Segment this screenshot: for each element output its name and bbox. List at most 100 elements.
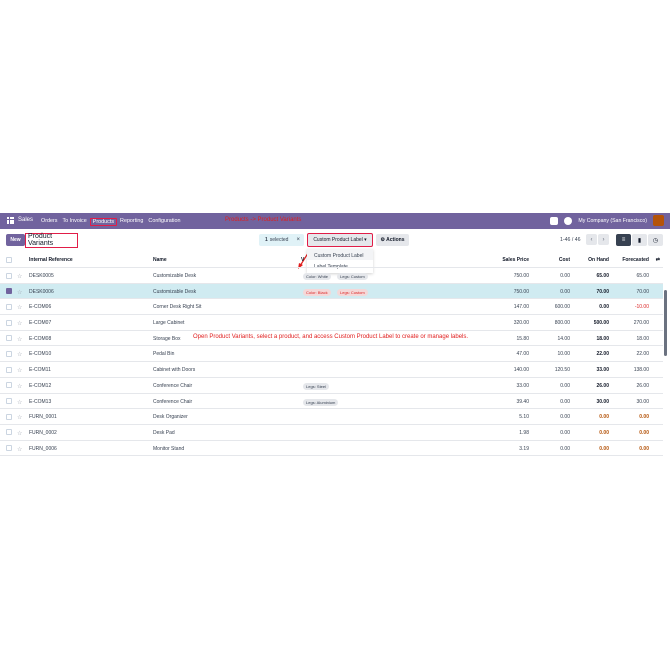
row-checkbox[interactable]	[6, 398, 12, 404]
favorite-star-icon[interactable]: ☆	[17, 304, 22, 311]
table-body: ☆ DESK0005 Customizable Desk Color: White Le…	[0, 268, 663, 457]
cell-name: Customizable Desk	[153, 288, 197, 295]
row-checkbox[interactable]	[6, 445, 12, 452]
favorite-star-icon[interactable]: ☆	[17, 446, 22, 453]
actions-button[interactable]: ⚙ Actions	[376, 234, 409, 246]
cell-sales-price: 750.00	[513, 273, 529, 279]
cell-forecasted: 270.00	[633, 320, 649, 327]
apps-menu-icon[interactable]	[7, 217, 14, 224]
col-internal-reference[interactable]: Internal Reference	[29, 257, 73, 263]
table-row[interactable]: ☆ E-COM06 Corner Desk Right Sit 147.00 600.0…	[0, 299, 663, 316]
row-checkbox[interactable]	[6, 303, 12, 310]
table-row[interactable]: ☆ FURN_0002 Desk Pad 1.98 0.00 0.00 0.00	[0, 425, 663, 441]
table-row[interactable]: ☆ DESK0006 Customizable Desk Color: Black Le…	[0, 283, 663, 300]
cell-internal-reference: E-COM07	[29, 320, 52, 327]
variant-value-tag: Legs: Steel	[303, 382, 330, 390]
favorite-star-icon[interactable]: ☆	[17, 336, 22, 343]
menu-configuration[interactable]: Configuration	[148, 218, 184, 226]
cell-cost: 0.00	[560, 382, 570, 389]
favorite-star-icon[interactable]: ☆	[17, 414, 22, 421]
table-row[interactable]: ☆ E-COM07 Large Cabinet 320.00 800.00 500.00 2…	[0, 315, 663, 331]
row-checkbox[interactable]	[6, 413, 12, 420]
favorite-star-icon[interactable]: ☆	[17, 273, 22, 280]
clear-selection-icon[interactable]: ×	[296, 237, 300, 243]
row-checkbox[interactable]	[6, 429, 12, 436]
col-cost[interactable]: Cost	[559, 257, 570, 263]
favorite-star-icon[interactable]: ☆	[17, 383, 22, 390]
vertical-scrollbar[interactable]	[664, 290, 667, 356]
favorite-star-icon[interactable]: ☆	[17, 367, 22, 374]
menu-to-invoice[interactable]: To Invoice	[62, 218, 90, 226]
row-checkbox[interactable]	[6, 335, 12, 342]
user-avatar[interactable]	[653, 215, 664, 226]
cell-forecasted: 65.00	[636, 273, 649, 279]
table-row[interactable]: ☆ DESK0005 Customizable Desk Color: White Le…	[0, 268, 663, 284]
table-row[interactable]: ☆ E-COM13 Conference Chair Legs: Aluminium 3…	[0, 394, 663, 410]
cell-sales-price: 33.00	[516, 382, 529, 389]
favorite-star-icon[interactable]: ☆	[17, 430, 22, 437]
cell-internal-reference: E-COM06	[29, 304, 52, 311]
col-on-hand[interactable]: On Hand	[588, 257, 609, 263]
menu-reporting[interactable]: Reporting	[120, 218, 147, 226]
row-checkbox[interactable]	[6, 366, 12, 373]
cell-name: Large Cabinet	[153, 320, 185, 327]
menu-orders[interactable]: Orders	[41, 218, 61, 226]
select-all-checkbox[interactable]	[6, 256, 12, 263]
company-switcher[interactable]: My Company (San Francisco)	[578, 218, 647, 224]
cell-forecasted: 0.00	[639, 414, 649, 421]
list-view-icon[interactable]: ≡	[616, 234, 631, 246]
activity-view-icon[interactable]: ◷	[648, 234, 663, 246]
cell-on-hand: 33.00	[596, 367, 609, 374]
cell-name: Conference Chair	[153, 398, 193, 405]
nav-annotation: Products -> Product Variants	[225, 216, 302, 223]
table-row[interactable]: ☆ FURN_0006 Monitor Stand 3.19 0.00 0.00 0.00	[0, 441, 663, 457]
cell-name: Corner Desk Right Sit	[153, 304, 202, 311]
col-sales-price[interactable]: Sales Price	[502, 257, 529, 263]
col-name[interactable]: Name	[153, 257, 167, 263]
favorite-star-icon[interactable]: ☆	[17, 289, 22, 296]
favorite-star-icon[interactable]: ☆	[17, 399, 22, 406]
activity-clock-icon[interactable]	[564, 216, 573, 225]
menu-products[interactable]: Products	[89, 217, 118, 226]
cell-cost: 0.00	[560, 288, 570, 295]
favorite-star-icon[interactable]: ☆	[17, 351, 22, 358]
cell-name: Desk Pad	[153, 429, 175, 436]
cell-internal-reference: DESK0006	[29, 288, 54, 295]
custom-product-label-button[interactable]: Custom Product Label ▾	[307, 233, 373, 247]
cell-forecasted: 70.00	[636, 288, 649, 295]
pager-value[interactable]: 1-46 / 46	[560, 237, 580, 243]
instruction-annotation: Open Product Variants, select a product,…	[193, 334, 469, 340]
table-row[interactable]: ☆ E-COM12 Conference Chair Legs: Steel 33.00…	[0, 378, 663, 394]
cell-forecasted: -10.00	[634, 304, 649, 311]
table-row[interactable]: ☆ FURN_0001 Desk Organizer 5.10 0.00 0.00 0.00	[0, 409, 663, 425]
chat-icon[interactable]	[550, 216, 559, 225]
table-row[interactable]: ☆ E-COM11 Cabinet with Doors 140.00 120.50 33…	[0, 362, 663, 378]
selection-indicator: 1 selected ×	[259, 234, 304, 246]
app-brand[interactable]: Sales	[18, 217, 33, 223]
cell-cost: 600.00	[554, 304, 570, 311]
favorite-star-icon[interactable]: ☆	[17, 320, 22, 327]
row-checkbox[interactable]	[6, 272, 12, 279]
cell-forecasted: 0.00	[639, 429, 649, 436]
cell-sales-price: 3.19	[519, 445, 529, 452]
row-checkbox[interactable]	[6, 319, 12, 326]
kanban-view-icon[interactable]: ▮	[632, 234, 647, 246]
row-checkbox[interactable]	[6, 288, 12, 295]
cell-cost: 0.00	[560, 429, 570, 436]
variant-value-tag: Legs: Aluminium	[303, 398, 339, 406]
pager-prev-button[interactable]: ‹	[586, 234, 597, 245]
optional-columns-icon[interactable]: ⇄	[656, 257, 660, 263]
col-forecasted[interactable]: Forecasted	[622, 257, 649, 263]
new-button[interactable]: New	[6, 234, 25, 246]
row-checkbox[interactable]	[6, 350, 12, 357]
table-row[interactable]: ☆ E-COM10 Pedal Bin 47.00 10.00 22.00 22.00	[0, 346, 663, 363]
cell-sales-price: 47.00	[516, 351, 529, 358]
cell-internal-reference: E-COM08	[29, 335, 52, 342]
pager-next-button[interactable]: ›	[598, 234, 609, 245]
cell-internal-reference: FURN_0006	[29, 445, 57, 452]
cell-sales-price: 1.98	[519, 429, 529, 436]
col-variant-values[interactable]: V	[301, 257, 304, 263]
row-checkbox[interactable]	[6, 382, 12, 389]
cell-forecasted: 30.00	[636, 398, 649, 405]
selected-label: selected	[269, 237, 289, 243]
